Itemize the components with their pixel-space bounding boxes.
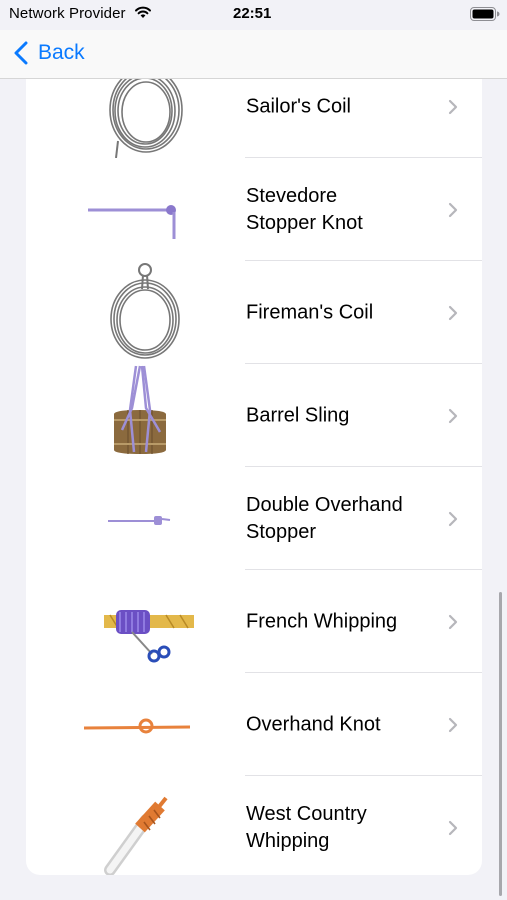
chevron-right-icon [448,717,458,732]
french-whipping-image [104,610,194,663]
chevron-right-icon [448,511,458,526]
knot-name: French Whipping [246,610,398,632]
battery-icon [470,7,500,25]
knot-name: Sailor's Coil [246,95,351,117]
west-country-whipping-image [104,796,168,875]
chevron-right-icon [448,820,458,835]
list-item[interactable]: West Country Whipping [26,776,482,875]
barrel-sling-image [114,365,166,454]
list-item[interactable]: Sailor's Coil [26,79,482,158]
wifi-icon [134,5,152,23]
knot-name: Fireman's Coil [246,301,374,323]
chevron-right-icon [448,202,458,217]
navigation-bar: Back [0,30,507,79]
back-button[interactable]: Back [14,38,85,68]
clock: 22:51 [233,5,272,22]
knot-name: Double Overhand Stopper [246,493,403,543]
knot-name: Barrel Sling [246,404,350,426]
double-overhand-stopper-image [108,516,171,525]
chevron-right-icon [448,614,458,629]
overhand-knot-image [83,718,191,734]
sailors-coil-image [109,79,183,158]
chevron-right-icon [448,99,458,114]
stevedore-stopper-knot-image [88,205,176,239]
list-item[interactable]: Overhand Knot [26,673,482,776]
list-item[interactable]: French Whipping [26,570,482,673]
list-item[interactable]: Double Overhand Stopper [26,467,482,570]
knot-name: West Country Whipping [246,802,367,852]
status-bar: Network Provider 22:51 [0,0,507,30]
list-item[interactable]: Stevedore Stopper Knot [26,158,482,261]
chevron-right-icon [448,305,458,320]
list-item[interactable]: Barrel Sling [26,364,482,467]
knot-name: Overhand Knot [246,713,381,735]
knot-name: Stevedore Stopper Knot [246,184,363,234]
scroll-indicator[interactable] [499,592,502,896]
knot-list: Sailor's Coil Stevedore Stopper Knot Fir… [26,79,482,875]
chevron-left-icon [14,41,28,65]
back-label: Back [38,41,85,64]
chevron-right-icon [448,408,458,423]
list-item[interactable]: Fireman's Coil [26,261,482,364]
firemans-coil-image [110,263,180,359]
carrier-name: Network Provider [9,5,126,22]
